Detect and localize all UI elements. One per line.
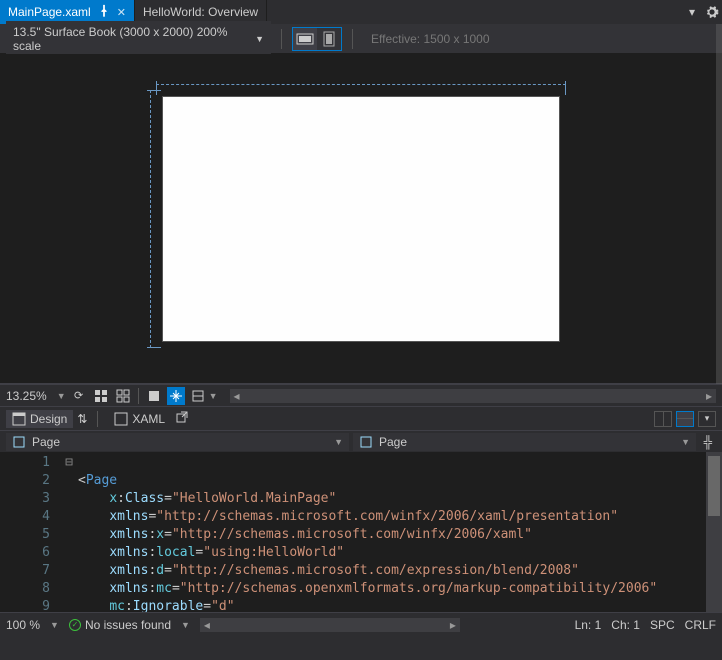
tab-label: MainPage.xaml	[8, 5, 91, 19]
xaml-nav-bar: Page ▼ Page ▼ ╬	[0, 430, 722, 452]
design-toolbar: 13.5" Surface Book (3000 x 2000) 200% sc…	[0, 24, 722, 54]
split-horizontal-button[interactable]	[676, 411, 694, 427]
chevron-down-icon: ▼	[255, 34, 264, 44]
design-pane-label: Design	[30, 412, 67, 426]
element-icon	[359, 435, 373, 449]
popout-icon[interactable]	[175, 410, 189, 427]
fit-all-icon[interactable]	[92, 387, 110, 405]
xaml-pane-tab[interactable]: XAML	[108, 410, 171, 428]
chevron-down-icon[interactable]: ▼	[181, 620, 190, 630]
effective-resolution-label: Effective: 1500 x 1000	[371, 32, 490, 46]
swap-panes-icon[interactable]: ⇅	[77, 412, 87, 426]
divider	[97, 411, 98, 427]
divider	[281, 29, 282, 49]
fold-gutter[interactable]: ⊟	[60, 452, 78, 612]
design-zoom-level[interactable]: 13.25%	[6, 389, 47, 403]
design-pane-tab[interactable]: Design	[6, 410, 73, 428]
active-files-dropdown-icon[interactable]: ▾	[682, 0, 702, 24]
split-vertical-button[interactable]	[654, 411, 672, 427]
element-scope-select[interactable]: Page ▼	[6, 433, 349, 451]
element-member-label: Page	[379, 435, 407, 449]
divider	[352, 29, 353, 49]
scrollbar-thumb[interactable]	[708, 456, 720, 516]
element-icon	[12, 435, 26, 449]
snap-grid-icon[interactable]	[167, 387, 185, 405]
divider	[138, 388, 139, 404]
portrait-button[interactable]	[317, 28, 341, 50]
design-surface[interactable]	[0, 54, 722, 384]
fold-toggle-icon[interactable]: ⊟	[60, 454, 78, 472]
split-pane-header: Design ⇅ XAML ▾	[0, 406, 722, 430]
tab-label: HelloWorld: Overview	[143, 5, 258, 19]
device-preview-label: 13.5" Surface Book (3000 x 2000) 200% sc…	[13, 25, 255, 53]
chevron-down-icon[interactable]: ▼	[209, 391, 218, 401]
xaml-pane-label: XAML	[132, 412, 165, 426]
element-member-select[interactable]: Page ▼	[353, 433, 696, 451]
orientation-toggle	[292, 27, 342, 51]
cursor-line[interactable]: Ln: 1	[575, 618, 602, 632]
landscape-button[interactable]	[293, 28, 317, 50]
ruler-horizontal	[156, 84, 566, 92]
editor-horizontal-scrollbar[interactable]: ◂ ▸	[200, 618, 460, 632]
design-icon	[12, 412, 26, 426]
editor-zoom-level[interactable]: 100 %	[6, 618, 40, 632]
code-content[interactable]: <Page x:Class="HelloWorld.MainPage" xmln…	[78, 452, 722, 612]
refresh-icon[interactable]: ⟳	[70, 387, 88, 405]
add-nav-button[interactable]: ╬	[700, 435, 716, 449]
xaml-icon	[114, 412, 128, 426]
page-canvas[interactable]	[162, 96, 560, 342]
line-ending-mode[interactable]: CRLF	[685, 618, 716, 632]
chevron-down-icon: ▼	[681, 437, 690, 447]
ok-icon: ✓	[69, 619, 81, 631]
vertical-scrollbar[interactable]	[716, 24, 722, 384]
pin-icon[interactable]	[97, 4, 111, 21]
editor-vertical-scrollbar[interactable]	[706, 452, 722, 612]
element-scope-label: Page	[32, 435, 60, 449]
fit-selection-icon[interactable]	[114, 387, 132, 405]
canvas-wrap	[162, 96, 560, 342]
scroll-left-icon[interactable]: ◂	[230, 389, 244, 403]
device-preview-select[interactable]: 13.5" Surface Book (3000 x 2000) 200% sc…	[6, 21, 271, 57]
xaml-editor[interactable]: 123 456 789 ⊟ <Page x:Class="HelloWorld.…	[0, 452, 722, 612]
close-icon[interactable]: ✕	[117, 6, 126, 19]
design-horizontal-scrollbar[interactable]: ◂ ▸	[230, 389, 716, 403]
chevron-down-icon[interactable]: ▼	[50, 620, 59, 630]
scroll-right-icon[interactable]: ▸	[702, 389, 716, 403]
design-status-bar: 13.25% ▼ ⟳ ▼ ◂ ▸	[0, 384, 722, 406]
cursor-column[interactable]: Ch: 1	[611, 618, 640, 632]
issues-indicator[interactable]: ✓ No issues found	[69, 618, 171, 632]
indent-mode[interactable]: SPC	[650, 618, 675, 632]
scroll-right-icon[interactable]: ▸	[446, 618, 460, 632]
snap-lines-icon[interactable]	[189, 387, 207, 405]
effects-icon[interactable]	[145, 387, 163, 405]
collapse-pane-button[interactable]: ▾	[698, 411, 716, 427]
issues-label: No issues found	[85, 618, 171, 632]
chevron-down-icon: ▼	[334, 437, 343, 447]
editor-status-bar: 100 % ▼ ✓ No issues found ▼ ◂ ▸ Ln: 1 Ch…	[0, 612, 722, 636]
line-number-gutter: 123 456 789	[0, 452, 60, 612]
scroll-left-icon[interactable]: ◂	[200, 618, 214, 632]
chevron-down-icon[interactable]: ▼	[57, 391, 66, 401]
ruler-vertical	[150, 90, 158, 348]
settings-gear-icon[interactable]	[702, 0, 722, 24]
